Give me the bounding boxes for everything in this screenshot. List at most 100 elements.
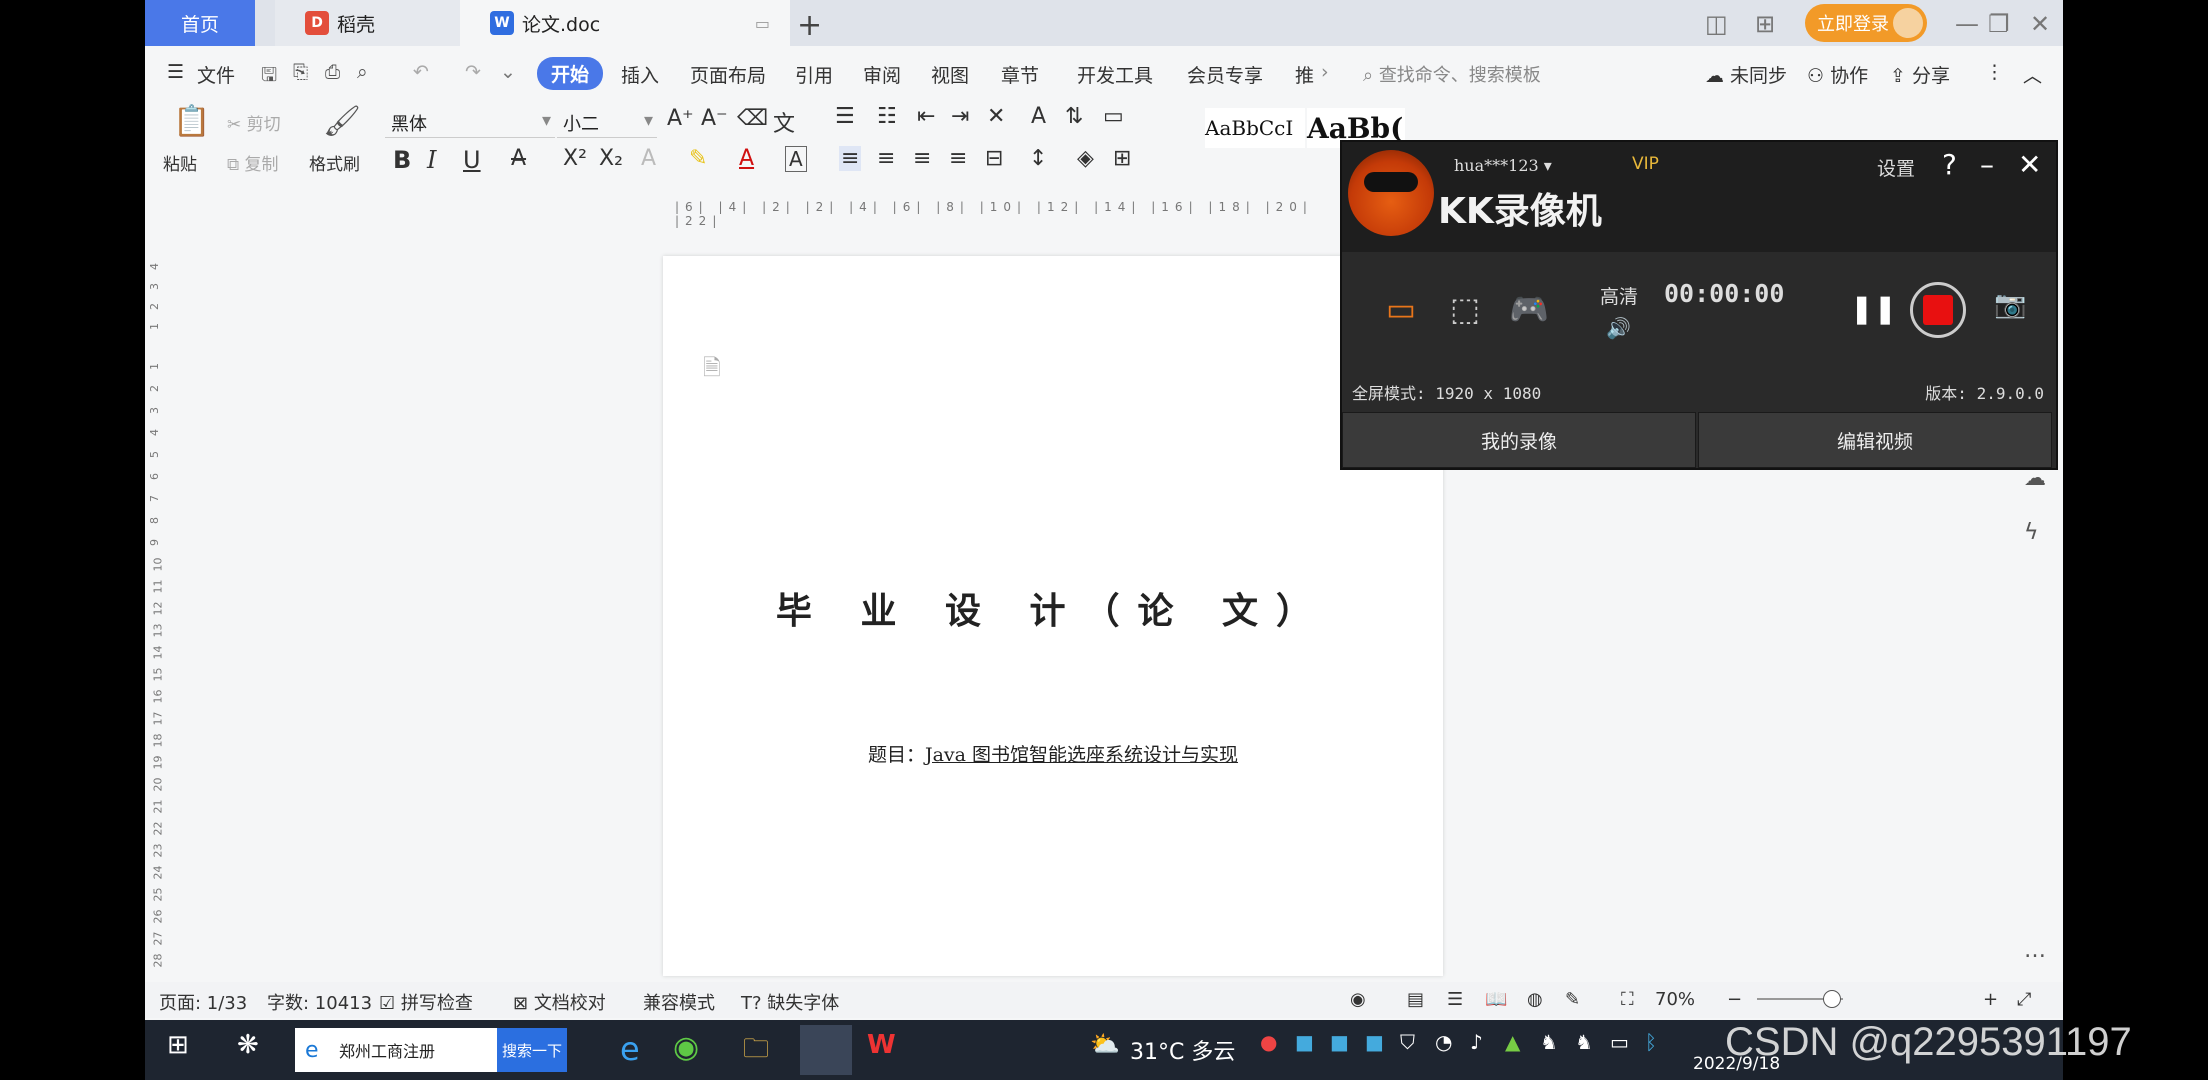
hamburger-icon[interactable]: ☰ <box>167 61 184 83</box>
share-button[interactable]: ⇪ 分享 <box>1890 61 1950 88</box>
chinese-layout-icon[interactable]: ✕ <box>987 104 1005 129</box>
edit-video-button[interactable]: 编辑视频 <box>1698 412 2052 468</box>
layout-icon[interactable]: ◫ <box>1705 10 1728 38</box>
text-effect-icon[interactable]: A <box>641 146 656 171</box>
apps-grid-icon[interactable]: ⊞ <box>1755 10 1775 38</box>
paste-options-icon[interactable]: 🗎 <box>703 351 721 389</box>
align-center-icon[interactable]: ≡ <box>877 146 895 171</box>
tab-insert[interactable]: 插入 <box>621 61 659 88</box>
align-right-icon[interactable]: ≡ <box>913 146 931 171</box>
fullscreen-mode-icon[interactable]: ▭ <box>1372 274 1430 344</box>
login-button[interactable]: 立即登录 <box>1805 4 1927 42</box>
close-icon[interactable]: ✕ <box>2030 10 2050 38</box>
redo-icon[interactable]: ↷ <box>465 61 481 83</box>
kk-quality[interactable]: 高清 <box>1600 282 1638 309</box>
distribute-icon[interactable]: ⊟ <box>985 146 1003 171</box>
tab-start[interactable]: 开始 <box>537 57 604 90</box>
document-page[interactable]: 🗎 毕 业 设 计（论 文） 题目：Java 图书馆智能选座系统设计与实现 <box>663 256 1443 976</box>
new-tab-icon[interactable]: + <box>797 8 822 43</box>
vertical-ruler[interactable]: 4321 12345 6 7 8 9 10 11 12 13 14 15 16 17 18 19 20 … <box>145 250 165 970</box>
more-icon[interactable]: … <box>2024 938 2046 963</box>
sort-icon[interactable]: ⇅ <box>1065 104 1083 129</box>
decrease-font-icon[interactable]: A⁻ <box>701 106 728 131</box>
write-view-icon[interactable]: ✎ <box>1565 989 1580 1010</box>
show-marks-icon[interactable]: ▭ <box>1103 104 1124 129</box>
camera-icon[interactable]: 📷 <box>1994 290 2026 320</box>
char-border-icon[interactable]: A <box>785 146 807 172</box>
save-icon[interactable]: 🖫 <box>261 61 277 93</box>
wps-icon[interactable]: W <box>867 1030 896 1060</box>
kk-recorder-task-icon[interactable] <box>800 1025 852 1075</box>
app-icon[interactable]: ❋ <box>237 1030 259 1060</box>
collab-button[interactable]: ⚇ 协作 <box>1807 61 1868 88</box>
kk-help-icon[interactable]: ? <box>1942 148 1957 181</box>
shield-icon[interactable]: ⛉ <box>1400 1030 1415 1054</box>
tab-review[interactable]: 审阅 <box>863 61 901 88</box>
tray-icon-4[interactable]: ■ <box>1365 1030 1384 1054</box>
kk-vip-badge[interactable]: VIP <box>1632 154 1659 174</box>
menu-file[interactable]: 文件 <box>197 61 235 88</box>
spell-check[interactable]: ☑ 拼写检查 <box>379 989 473 1015</box>
file-explorer-icon[interactable]: 🗀 <box>743 1030 769 1074</box>
compat-mode[interactable]: 兼容模式 <box>643 989 715 1015</box>
more-options-icon[interactable]: ⋮ <box>1985 61 2004 83</box>
tab-references[interactable]: 引用 <box>795 61 833 88</box>
windows-start-icon[interactable]: ⊞ <box>167 1030 189 1060</box>
font-name-select[interactable]: 黑体 ▾ <box>385 110 555 138</box>
record-button[interactable] <box>1910 282 1966 338</box>
kk-close-icon[interactable]: ✕ <box>2018 148 2041 181</box>
format-painter-icon[interactable]: 🖌 <box>323 104 361 139</box>
zoom-out-icon[interactable]: − <box>1727 989 1742 1010</box>
print-icon[interactable]: ⎙ <box>325 61 340 83</box>
web-view-icon[interactable]: ◍ <box>1527 989 1543 1010</box>
increase-indent-icon[interactable]: ⇥ <box>951 104 969 129</box>
text-direction-icon[interactable]: A <box>1031 104 1046 129</box>
justify-icon[interactable]: ≡ <box>949 146 967 171</box>
zoom-in-icon[interactable]: + <box>1983 989 1998 1010</box>
style-normal[interactable]: AaBbCcI <box>1205 108 1305 148</box>
tab-developer[interactable]: 开发工具 <box>1077 61 1153 88</box>
bullet-list-icon[interactable]: ☰ <box>835 104 855 129</box>
read-view-icon[interactable]: 📖 <box>1485 989 1507 1010</box>
tab-more[interactable]: 推 <box>1295 61 1314 88</box>
bluetooth-icon[interactable]: ᛒ <box>1645 1030 1657 1054</box>
preview-icon[interactable]: ⌕ <box>357 61 368 83</box>
highlight-icon[interactable]: ✎ <box>689 146 707 171</box>
subscript-icon[interactable]: X₂ <box>599 146 623 171</box>
doc-proof[interactable]: ⊠ 文档校对 <box>513 989 606 1015</box>
align-left-icon[interactable]: ≡ <box>839 146 862 171</box>
pause-icon[interactable]: ❚❚ <box>1850 292 1897 325</box>
wifi-icon[interactable]: ◔ <box>1435 1030 1452 1054</box>
restore-icon[interactable]: ❐ <box>1988 10 2010 38</box>
weather[interactable]: 31°C 多云 <box>1130 1034 1235 1066</box>
undo-icon[interactable]: ↶ <box>413 61 429 83</box>
line-spacing-icon[interactable]: ↕ <box>1029 146 1047 171</box>
export-pdf-icon[interactable]: ⎘ <box>293 61 308 83</box>
numbered-list-icon[interactable]: ☷ <box>877 104 897 129</box>
paste-button[interactable]: 粘贴 <box>163 150 197 175</box>
qq-icon-2[interactable]: ♞ <box>1575 1030 1593 1054</box>
eye-protection-icon[interactable]: ◉ <box>1350 989 1366 1010</box>
region-mode-icon[interactable]: ⬚ <box>1436 274 1494 344</box>
font-size-select[interactable]: 小二 ▾ <box>557 110 657 138</box>
increase-font-icon[interactable]: A⁺ <box>667 106 694 131</box>
nvidia-icon[interactable]: ▲ <box>1505 1030 1520 1054</box>
tab-view[interactable]: 视图 <box>931 61 969 88</box>
kk-minimize-icon[interactable]: – <box>1980 148 1994 181</box>
clear-format-icon[interactable]: ⌫ <box>737 106 768 131</box>
fit-page-icon[interactable]: ⛶ <box>1621 989 1634 1010</box>
tray-icon-2[interactable]: ■ <box>1295 1030 1314 1054</box>
browser-icon[interactable]: ◉ <box>673 1030 699 1065</box>
taskbar-search[interactable]: e 郑州工商注册 搜索一下 <box>295 1028 567 1072</box>
missing-font[interactable]: T? 缺失字体 <box>741 989 839 1015</box>
kk-username[interactable]: hua***123 ▾ <box>1454 156 1552 175</box>
cut-button[interactable]: ✂ 剪切 <box>227 110 281 135</box>
game-mode-icon[interactable]: 🎮 <box>1500 274 1558 344</box>
tab-chapter[interactable]: 章节 <box>1001 61 1039 88</box>
shading-icon[interactable]: ◈ <box>1077 146 1094 171</box>
chevron-right-icon[interactable]: › <box>1321 61 1329 83</box>
page-view-icon[interactable]: ▤ <box>1407 989 1424 1010</box>
tab-document[interactable]: W 论文.doc ▭ <box>460 0 790 46</box>
ie-icon[interactable]: e <box>620 1030 640 1068</box>
underline-icon[interactable]: U <box>463 146 481 174</box>
